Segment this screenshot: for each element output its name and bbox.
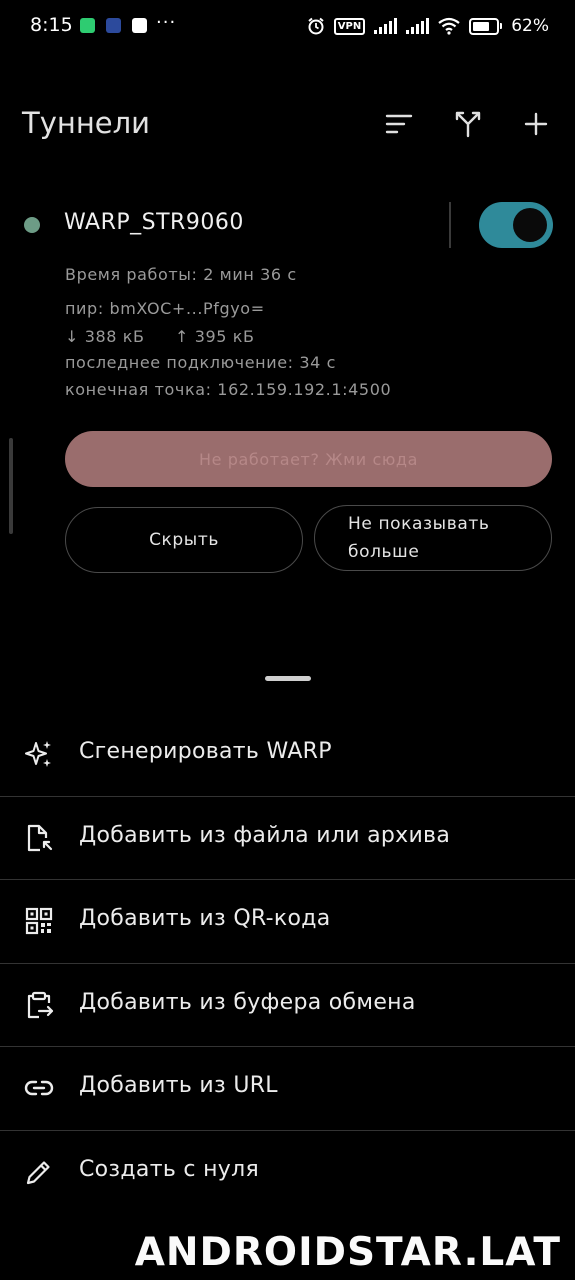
tunnel-status-dot [24, 217, 40, 233]
sort-icon[interactable] [381, 106, 417, 142]
sparkle-icon [24, 739, 54, 769]
clipboard-icon [24, 990, 54, 1020]
link-icon [24, 1073, 54, 1103]
app-icon [106, 18, 121, 33]
qr-code-icon [24, 906, 54, 936]
menu-label: Добавить из буфера обмена [79, 990, 416, 1015]
menu-label: Добавить из QR-кода [79, 906, 331, 931]
menu-item-add-from-qr[interactable]: Добавить из QR-кода [0, 880, 575, 963]
tunnel-peer: пир: bmXOC+...Pfgyo= [65, 299, 265, 318]
menu-item-add-from-clipboard[interactable]: Добавить из буфера обмена [0, 964, 575, 1047]
menu-label: Добавить из файла или архива [79, 823, 451, 848]
help-button[interactable]: Не работает? Жми сюда [65, 431, 552, 487]
dont-show-again-button[interactable]: Не показывать больше [314, 505, 552, 571]
menu-item-create-from-scratch[interactable]: Создать с нуля [0, 1131, 575, 1214]
app-icon [132, 18, 147, 33]
tunnel-endpoint: конечная точка: 162.159.192.1:4500 [65, 380, 392, 399]
menu-label: Сгенерировать WARP [79, 739, 332, 764]
menu-item-generate-warp[interactable]: Сгенерировать WARP [0, 713, 575, 796]
wifi-icon [438, 17, 460, 35]
file-import-icon [24, 823, 54, 853]
status-bar: 8:15 ··· VPN 62% [0, 0, 575, 52]
dont-show-label-line2: больше [348, 542, 420, 562]
more-dots-icon: ··· [156, 12, 177, 33]
tunnel-uptime: Время работы: 2 мин 36 с [65, 265, 297, 284]
sheet-drag-handle[interactable] [265, 676, 311, 681]
add-icon[interactable] [518, 106, 554, 142]
whatsapp-icon [80, 18, 95, 33]
hide-button-label: Скрыть [149, 530, 219, 550]
signal-icon [406, 18, 430, 34]
edge-handle[interactable] [9, 438, 13, 534]
tunnel-name[interactable]: WARP_STR9060 [64, 210, 244, 235]
dont-show-label-line1: Не показывать [348, 514, 490, 534]
battery-percent: 62% [511, 16, 549, 36]
menu-label: Добавить из URL [79, 1073, 278, 1098]
tunnel-toggle[interactable] [479, 202, 553, 248]
battery-icon [469, 17, 503, 35]
watermark: ANDROIDSTAR.LAT [134, 1230, 561, 1275]
page-title: Туннели [22, 106, 151, 140]
tunnel-tx: ↑ 395 кБ [175, 327, 255, 346]
toggle-knob [513, 208, 547, 242]
status-time: 8:15 [30, 14, 73, 36]
vpn-badge: VPN [333, 17, 366, 35]
signal-icon [374, 18, 398, 34]
menu-item-add-from-url[interactable]: Добавить из URL [0, 1047, 575, 1130]
menu-item-add-from-file[interactable]: Добавить из файла или архива [0, 797, 575, 880]
status-right: VPN 62% [307, 14, 549, 38]
divider [449, 202, 451, 248]
split-tunnel-icon[interactable] [450, 106, 486, 142]
alarm-icon [308, 17, 324, 35]
hide-button[interactable]: Скрыть [65, 507, 303, 573]
menu-label: Создать с нуля [79, 1157, 259, 1182]
tunnel-last-handshake: последнее подключение: 34 с [65, 353, 337, 372]
tunnel-rx: ↓ 388 кБ [65, 327, 145, 346]
pencil-icon [24, 1157, 54, 1187]
